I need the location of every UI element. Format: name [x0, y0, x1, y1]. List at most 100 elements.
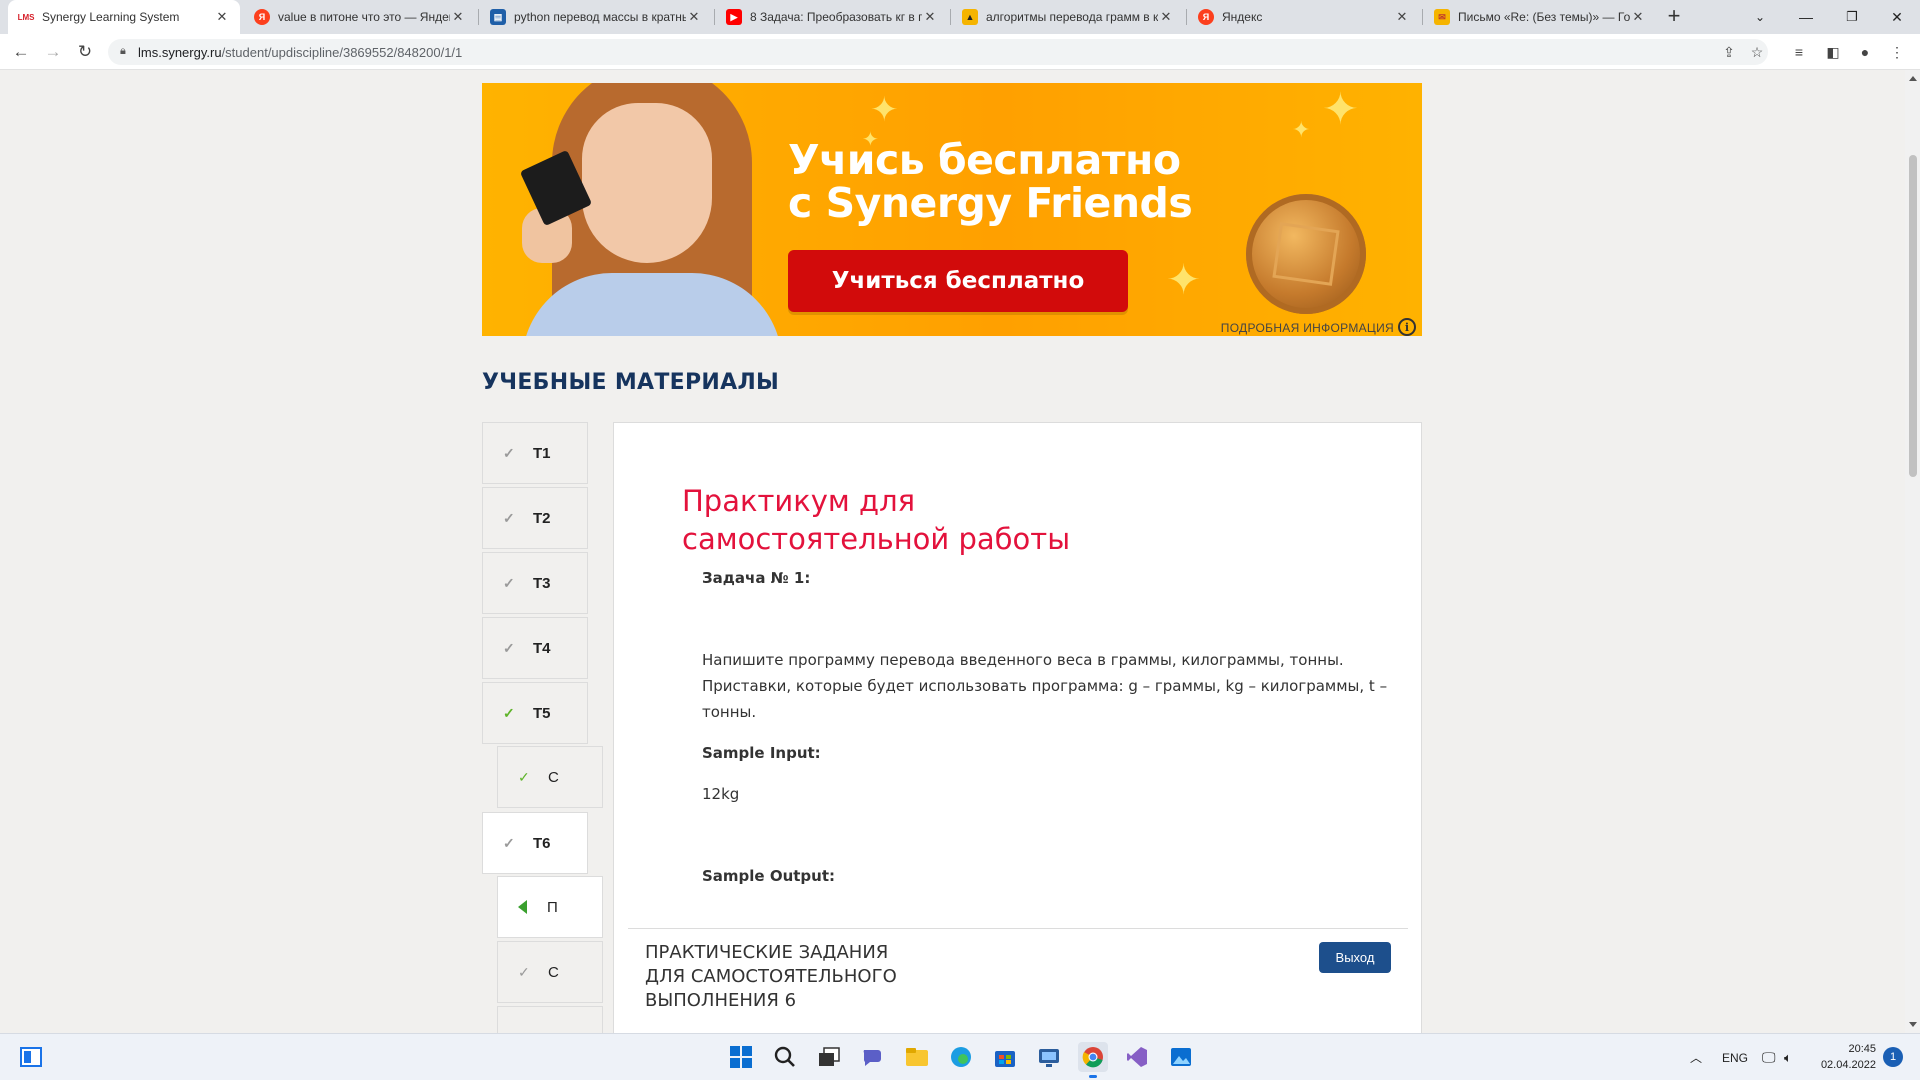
clock[interactable]: 20:45 02.04.2022: [1812, 1041, 1876, 1073]
close-window-button[interactable]: ✕: [1874, 0, 1920, 34]
tab-separator: [950, 9, 951, 25]
scroll-down-icon[interactable]: [1909, 1022, 1917, 1027]
check-icon: ✓: [518, 963, 530, 980]
tab-title: Яндекс: [1222, 10, 1263, 24]
chrome-icon[interactable]: [1078, 1042, 1108, 1078]
tab-mail[interactable]: ✉ Письмо «Re: (Без темы)» — Голо ✕: [1424, 0, 1656, 34]
doc-icon: ▤: [490, 9, 506, 25]
sidebar-item-t6[interactable]: ✓ T6: [482, 812, 588, 874]
sidebar-subitem-t6-c[interactable]: ✓ C: [497, 941, 603, 1003]
sidebar-item-label: T4: [533, 639, 551, 657]
info-icon[interactable]: i: [1398, 318, 1416, 336]
tab-search-icon[interactable]: ⌄: [1737, 0, 1783, 34]
section-title: УЧЕБНЫЕ МАТЕРИАЛЫ: [482, 370, 780, 395]
promo-banner[interactable]: ✦ ✦ ✦ ✦ ✦ Учись бесплатно с Synergy Frie…: [482, 83, 1422, 336]
menu-kebab-icon[interactable]: ⋮: [1886, 42, 1908, 62]
lock-icon: 🔒︎: [120, 45, 126, 57]
reading-list-icon[interactable]: ≡: [1788, 42, 1810, 62]
restore-button[interactable]: ❐: [1829, 0, 1875, 34]
tab-yandex[interactable]: Я Яндекс ✕: [1188, 0, 1420, 34]
task-view-icon[interactable]: [814, 1042, 844, 1072]
yandex-icon: Я: [1198, 9, 1214, 25]
sidebar-subitem-t6-p[interactable]: П: [497, 876, 603, 938]
yandex-icon: Я: [254, 9, 270, 25]
photos-icon[interactable]: [1166, 1042, 1196, 1072]
study-free-button[interactable]: Учиться бесплатно: [788, 250, 1128, 312]
forward-icon[interactable]: →: [40, 40, 66, 64]
sidebar-item-t3[interactable]: ✓ T3: [482, 552, 588, 614]
remote-desktop-icon[interactable]: [1034, 1042, 1064, 1072]
check-icon: ✓: [503, 509, 515, 526]
close-tab-icon[interactable]: ✕: [214, 9, 230, 25]
windows-taskbar: ︿ ENG 🖵︎ 🔈︎ 20:45 02.04.2022 1: [0, 1033, 1920, 1080]
sidebar-item-t2[interactable]: ✓ T2: [482, 487, 588, 549]
sidebar-item-t5[interactable]: ✓ T5: [482, 682, 588, 744]
close-tab-icon[interactable]: ✕: [922, 9, 938, 25]
close-tab-icon[interactable]: ✕: [686, 9, 702, 25]
url-host: lms.synergy.ru: [138, 45, 222, 60]
file-explorer-icon[interactable]: [902, 1042, 932, 1072]
tab-title: Synergy Learning System: [42, 10, 180, 24]
page-scrollbar[interactable]: [1905, 70, 1920, 1033]
share-icon[interactable]: ⇪: [1718, 42, 1740, 62]
tray-overflow-icon[interactable]: ︿: [1690, 1034, 1702, 1080]
visual-studio-icon[interactable]: [1122, 1042, 1152, 1072]
profile-icon[interactable]: ●: [1854, 42, 1876, 62]
tab-title: Письмо «Re: (Без темы)» — Голо: [1458, 10, 1630, 24]
lesson-title-line2: самостоятельной работы: [682, 522, 1071, 556]
language-indicator[interactable]: ENG: [1722, 1034, 1748, 1080]
sidebar-subitem-next[interactable]: [497, 1006, 603, 1033]
volume-icon[interactable]: 🔈︎: [1784, 1034, 1792, 1080]
close-tab-icon[interactable]: ✕: [1158, 9, 1174, 25]
exit-button[interactable]: Выход: [1319, 942, 1391, 973]
lms-logo-icon: LMS: [18, 9, 34, 25]
tab-separator: [714, 9, 715, 25]
sidebar-subitem-t5-c[interactable]: ✓ C: [497, 746, 603, 808]
more-info-link[interactable]: ПОДРОБНАЯ ИНФОРМАЦИЯ: [1221, 321, 1394, 335]
tab-separator: [1422, 9, 1423, 25]
check-icon: ✓: [503, 834, 515, 851]
sample-output-label: Sample Output:: [702, 867, 836, 885]
bookmark-star-icon[interactable]: ☆: [1746, 42, 1768, 62]
start-icon[interactable]: [726, 1042, 756, 1072]
reload-icon[interactable]: ↻: [72, 40, 98, 64]
browser-tab-bar: LMS Synergy Learning System ✕ Я value в …: [0, 0, 1920, 34]
assignment-title: ПРАКТИЧЕСКИЕ ЗАДАНИЯ ДЛЯ САМОСТОЯТЕЛЬНОГ…: [645, 942, 897, 1011]
sidebar-item-label: T6: [533, 834, 551, 852]
search-icon[interactable]: [770, 1042, 800, 1072]
banner-headline-line2: с Synergy Friends: [788, 179, 1193, 227]
minimize-button[interactable]: —: [1783, 0, 1829, 34]
address-bar[interactable]: 🔒︎ lms.synergy.ru/student/updiscipline/3…: [108, 39, 1768, 65]
sidebar-item-label: T2: [533, 509, 551, 527]
close-tab-icon[interactable]: ✕: [1630, 9, 1646, 25]
sparkle-icon: ✦: [1166, 256, 1202, 303]
sidebar-item-t4[interactable]: ✓ T4: [482, 617, 588, 679]
scroll-up-icon[interactable]: [1909, 76, 1917, 81]
close-tab-icon[interactable]: ✕: [450, 9, 466, 25]
banner-headline-line1: Учись бесплатно: [788, 136, 1181, 184]
teams-chat-icon[interactable]: [858, 1042, 888, 1072]
lesson-content-scroll-area[interactable]: Практикум для самостоятельной работы Зад…: [629, 437, 1405, 937]
page-scroll-thumb[interactable]: [1909, 155, 1917, 477]
edge-icon[interactable]: [946, 1042, 976, 1072]
current-marker-icon: [518, 900, 527, 914]
tab-title: 8 Задача: Преобразовать кг в г: [750, 10, 922, 24]
sidebar-item-t1[interactable]: ✓ T1: [482, 422, 588, 484]
tab-yandex-search[interactable]: Я value в питоне что это — Яндекс ✕: [244, 0, 476, 34]
network-icon[interactable]: 🖵︎: [1762, 1034, 1776, 1080]
sample-input-value: 12kg: [702, 785, 740, 803]
tab-synergy-lms[interactable]: LMS Synergy Learning System ✕: [8, 0, 240, 34]
side-panel-icon[interactable]: ◧: [1822, 42, 1844, 62]
tab-youtube[interactable]: ▶ 8 Задача: Преобразовать кг в г ✕: [716, 0, 948, 34]
banner-person-face: [582, 103, 712, 263]
store-icon[interactable]: [990, 1042, 1020, 1072]
synergy-coin-image: [1246, 194, 1366, 314]
youtube-icon: ▶: [726, 9, 742, 25]
widgets-icon[interactable]: [16, 1042, 46, 1072]
back-icon[interactable]: ←: [8, 40, 34, 64]
new-tab-button[interactable]: +: [1661, 4, 1687, 30]
tab-yandex-images[interactable]: ▲ алгоритмы перевода грамм в кг ✕: [952, 0, 1184, 34]
close-tab-icon[interactable]: ✕: [1394, 9, 1410, 25]
tab-python-doc[interactable]: ▤ python перевод массы в кратные ✕: [480, 0, 712, 34]
notification-badge[interactable]: 1: [1883, 1047, 1903, 1067]
